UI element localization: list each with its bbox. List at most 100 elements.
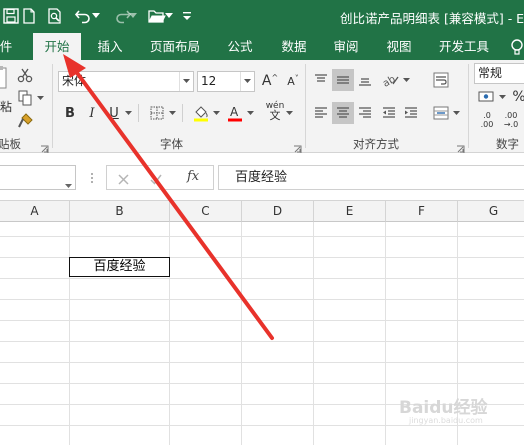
tab-page-layout[interactable]: 页面布局 (144, 33, 206, 60)
ribbon-tab-bar: 件 开始 插入 页面布局 公式 数据 审阅 视图 开发工具 (0, 33, 524, 60)
format-painter-icon[interactable] (14, 110, 36, 132)
row-gridline (0, 299, 524, 300)
tab-formulas[interactable]: 公式 (218, 33, 262, 60)
orientation-dropdown-icon[interactable] (402, 69, 410, 91)
italic-button[interactable]: I (81, 102, 103, 124)
column-header-d[interactable]: D (242, 201, 314, 222)
decrease-decimal-button[interactable]: .00 →.0 (500, 109, 522, 131)
wrap-text-icon[interactable] (430, 69, 452, 91)
print-preview-icon[interactable] (44, 5, 66, 27)
ribbon: 粘 贴板 宋体 12 A ^ A ˅ B I U A wén 文 字体 ab 对… (0, 60, 524, 153)
bottom-align-icon[interactable] (354, 69, 376, 91)
column-header-b[interactable]: B (70, 201, 170, 222)
column-header-a[interactable]: A (0, 201, 70, 222)
insert-function-button[interactable]: fx (187, 169, 199, 184)
underline-button[interactable]: U (103, 102, 125, 124)
paste-label[interactable]: 粘 (0, 98, 12, 115)
merge-center-icon[interactable] (430, 102, 452, 124)
cancel-entry-icon[interactable] (117, 171, 130, 190)
copy-dropdown-icon[interactable] (36, 87, 44, 109)
top-align-icon[interactable] (310, 69, 332, 91)
decrease-indent-icon[interactable] (378, 102, 400, 124)
tab-developer[interactable]: 开发工具 (432, 33, 496, 60)
font-name-value: 宋体 (62, 74, 87, 88)
increase-decimal-top: .0 (483, 111, 491, 120)
name-box-dropdown-icon[interactable] (65, 174, 72, 193)
accounting-dropdown-icon[interactable] (498, 86, 506, 108)
ribbon-separator (305, 64, 306, 148)
font-launcher-icon[interactable] (293, 139, 302, 153)
column-header-c[interactable]: C (170, 201, 242, 222)
increase-font-size-button[interactable]: A ^ (259, 70, 281, 92)
align-center-icon[interactable] (332, 102, 354, 124)
tab-data[interactable]: 数据 (272, 33, 316, 60)
middle-align-icon[interactable] (332, 69, 354, 91)
percent-style-button[interactable]: % (508, 86, 524, 108)
bold-button[interactable]: B (59, 102, 81, 124)
merge-dropdown-icon[interactable] (452, 102, 460, 124)
tab-view[interactable]: 视图 (377, 33, 421, 60)
phonetic-guide-button[interactable]: wén 文 (264, 100, 286, 122)
fill-color-dropdown-icon[interactable] (212, 102, 220, 124)
cell-b4[interactable]: 百度经验 (69, 257, 170, 277)
copy-icon[interactable] (14, 87, 36, 109)
tab-home[interactable]: 开始 (33, 33, 81, 60)
fill-color-icon[interactable] (190, 102, 212, 124)
open-dropdown-icon[interactable] (164, 5, 174, 27)
font-color-dropdown-icon[interactable] (246, 102, 254, 124)
font-name-combo[interactable]: 宋体 (58, 71, 194, 92)
orientation-icon[interactable]: ab (380, 69, 402, 91)
align-right-icon[interactable] (354, 102, 376, 124)
undo-dropdown-icon[interactable] (90, 5, 102, 27)
new-file-icon[interactable] (18, 5, 40, 27)
row-gridline (0, 236, 524, 237)
increase-indent-icon[interactable] (400, 102, 422, 124)
borders-icon[interactable] (146, 102, 168, 124)
row-gridline (0, 362, 524, 363)
underline-dropdown-icon[interactable] (124, 102, 132, 124)
tell-me-lightbulb-icon[interactable] (508, 38, 524, 56)
font-name-dropdown-icon[interactable] (179, 72, 193, 91)
paste-icon[interactable] (0, 66, 10, 90)
clipboard-launcher-icon[interactable] (40, 139, 49, 153)
formula-buttons: fx (106, 165, 214, 190)
formula-bar-grip-icon[interactable] (90, 168, 94, 188)
align-left-icon[interactable] (310, 102, 332, 124)
svg-text:Baidu经验: Baidu经验 (399, 397, 489, 418)
phonetic-dropdown-icon[interactable] (285, 102, 293, 124)
formula-bar: fx 百度经验 (0, 153, 524, 201)
column-header-e[interactable]: E (314, 201, 386, 222)
cut-icon[interactable] (14, 64, 36, 86)
row-gridline (0, 320, 524, 321)
number-format-combo[interactable]: 常规 (474, 63, 524, 84)
tab-file[interactable]: 件 (0, 33, 16, 60)
column-header-f[interactable]: F (386, 201, 458, 222)
font-size-combo[interactable]: 12 (197, 71, 255, 92)
decrease-decimal-bottom: →.0 (503, 120, 519, 129)
title-bar: 创比诺产品明细表 [兼容模式] - Exc (0, 0, 524, 33)
alignment-group-label: 对齐方式 (353, 137, 399, 151)
formula-input[interactable]: 百度经验 (218, 165, 524, 190)
column-gridline (313, 222, 314, 445)
font-color-swatch (228, 118, 242, 122)
tab-review[interactable]: 审阅 (324, 33, 368, 60)
shrink-font-glyph: A (287, 74, 295, 88)
fill-color-swatch (194, 118, 208, 122)
redo-dropdown-icon[interactable] (128, 5, 138, 27)
column-gridline (169, 222, 170, 445)
name-box[interactable] (0, 165, 76, 190)
font-color-icon[interactable]: A (224, 102, 246, 124)
column-header-g[interactable]: G (458, 201, 524, 222)
increase-decimal-button[interactable]: .0 .00 (476, 109, 498, 131)
font-size-dropdown-icon[interactable] (240, 72, 254, 91)
alignment-launcher-icon[interactable] (456, 139, 465, 153)
row-gridline (0, 383, 524, 384)
column-gridline (385, 222, 386, 445)
borders-dropdown-icon[interactable] (168, 102, 176, 124)
decrease-font-size-button[interactable]: A ˅ (282, 70, 304, 92)
confirm-entry-icon[interactable] (149, 171, 163, 190)
customize-toolbar-icon[interactable] (176, 5, 198, 27)
column-gridline (69, 222, 70, 445)
tab-insert[interactable]: 插入 (88, 33, 132, 60)
accounting-format-icon[interactable] (476, 86, 498, 108)
